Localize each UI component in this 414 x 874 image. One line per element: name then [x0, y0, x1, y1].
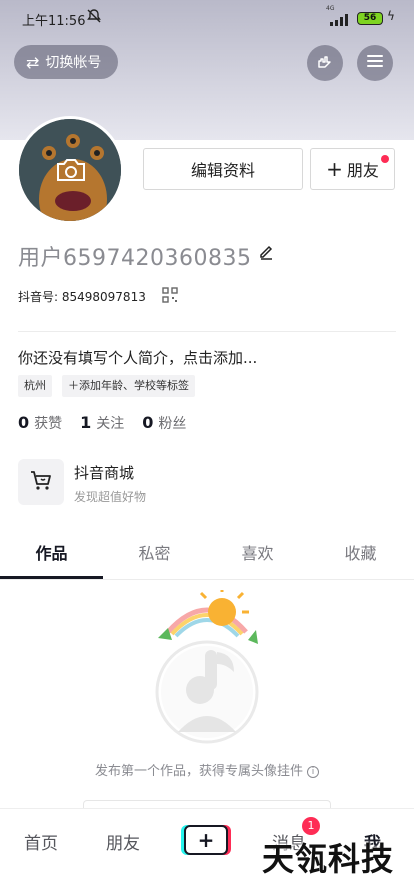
publish-button[interactable]: + [184, 825, 228, 855]
menu-button[interactable] [357, 45, 393, 81]
notification-dot [381, 155, 389, 163]
empty-state-illustration [150, 586, 264, 754]
signal-icon [330, 11, 352, 30]
tab-private[interactable]: 私密 [103, 536, 206, 580]
content-tabs: 作品 私密 喜欢 收藏 [0, 536, 414, 580]
stat-likes-label: 获赞 [34, 416, 63, 432]
username: 用户6597420360835 [18, 246, 252, 271]
watermark: 天瓴科技 [262, 840, 395, 874]
shop-subtitle: 发现超值好物 [74, 490, 147, 504]
add-friend-label: 朋友 [346, 161, 379, 180]
tab-favorites[interactable]: 收藏 [309, 536, 412, 580]
stat-following-label: 关注 [96, 416, 125, 432]
edit-name-icon[interactable] [258, 244, 274, 264]
empty-state-message: 发布第一个作品，获得专属头像挂件 [94, 764, 303, 779]
tag-add-label: 添加年龄、学校等标签 [79, 379, 189, 392]
camera-icon [55, 157, 87, 187]
tab-works[interactable]: 作品 [0, 536, 103, 580]
qr-code-icon[interactable] [162, 287, 178, 307]
edit-profile-button[interactable]: 编辑资料 [143, 148, 303, 190]
message-badge: 1 [302, 817, 320, 835]
switch-account-label: 切换帐号 [45, 55, 102, 71]
shop-entry-icon[interactable] [18, 459, 64, 505]
cart-icon [29, 469, 53, 495]
nav-home[interactable]: 首页 [24, 829, 58, 854]
charging-icon: ϟ [387, 9, 395, 23]
tag-add-info[interactable]: ＋添加年龄、学校等标签 [62, 375, 195, 397]
hamburger-icon [366, 53, 384, 73]
divider [18, 331, 396, 332]
nav-friends[interactable]: 朋友 [106, 829, 140, 854]
stat-likes-value: 0 [18, 413, 30, 432]
swap-icon: ⇄ [26, 52, 40, 72]
tag-city[interactable]: 杭州 [18, 375, 52, 397]
visitor-button[interactable] [307, 45, 343, 81]
shop-title[interactable]: 抖音商城 [74, 462, 134, 483]
stat-followers[interactable]: 0 粉丝 [142, 413, 186, 433]
plus-icon: + [326, 157, 343, 181]
hand-icon [315, 51, 335, 75]
tab-likes[interactable]: 喜欢 [206, 536, 309, 580]
tab-active-indicator [0, 576, 103, 579]
profile-stats: 0 获赞 1 关注 0 粉丝 [18, 413, 204, 433]
switch-account-button[interactable]: ⇄ 切换帐号 [14, 45, 118, 79]
douyin-id: 抖音号: 85498097813 [18, 290, 146, 304]
stat-likes[interactable]: 0 获赞 [18, 413, 62, 433]
mute-icon [86, 8, 102, 28]
stat-following-value: 1 [80, 413, 92, 432]
add-friend-button[interactable]: + 朋友 [310, 148, 395, 190]
stat-followers-value: 0 [142, 413, 154, 432]
bio-text[interactable]: 你还没有填写个人简介，点击添加... [18, 347, 257, 368]
avatar[interactable] [16, 116, 124, 224]
status-time: 上午11:56 [22, 14, 86, 29]
status-bar: 上午11:56 4G 56 ϟ [0, 0, 414, 38]
battery-indicator: 56 [357, 12, 383, 25]
plus-icon: ＋ [68, 379, 79, 392]
stat-following[interactable]: 1 关注 [80, 413, 124, 433]
info-icon[interactable]: i [307, 766, 319, 778]
stat-followers-label: 粉丝 [158, 416, 187, 432]
empty-state-text: 发布第一个作品，获得专属头像挂件 i [0, 760, 414, 779]
